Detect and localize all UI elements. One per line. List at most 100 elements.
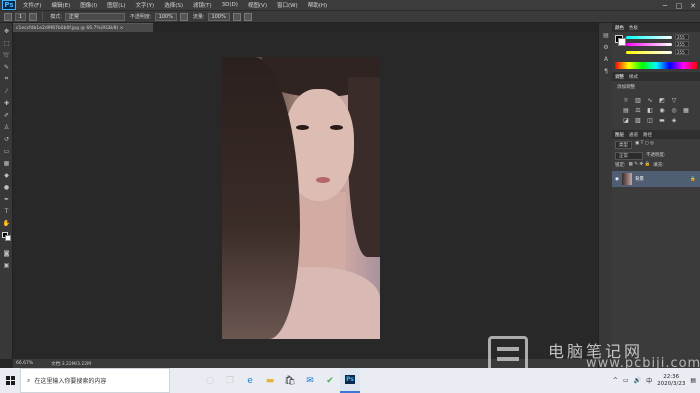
menu-file[interactable]: 文件(F) — [18, 1, 46, 9]
brush-tool-icon[interactable]: ✐ — [2, 111, 11, 119]
blue-track[interactable] — [626, 50, 672, 54]
black-white-icon[interactable]: ◧ — [646, 107, 654, 114]
history-panel-icon[interactable]: ▤ — [602, 31, 610, 39]
paragraph-panel-icon[interactable]: ¶ — [602, 67, 610, 75]
minimize-button[interactable]: ─ — [658, 0, 672, 11]
mode-select[interactable]: 正常 — [64, 12, 125, 21]
bg-color-chip[interactable] — [618, 38, 626, 46]
exposure-icon[interactable]: ◩ — [658, 97, 666, 104]
gradient-map-icon[interactable]: ▬ — [658, 117, 666, 124]
start-button[interactable] — [0, 368, 20, 393]
color-lookup-icon[interactable]: ▦ — [682, 107, 690, 114]
tab-paths[interactable]: 路径 — [643, 132, 652, 138]
taskbar-search-box[interactable]: ⌕ 在这里输入你要搜索的内容 — [20, 368, 170, 393]
folder-icon[interactable]: ▬ — [260, 368, 280, 393]
menu-edit[interactable]: 编辑(E) — [46, 1, 75, 9]
vibrance-icon[interactable]: ▽ — [670, 97, 678, 104]
type-tool-icon[interactable]: T — [2, 207, 11, 215]
menu-layer[interactable]: 图层(L) — [102, 1, 130, 9]
mail-icon[interactable]: ✉ — [300, 368, 320, 393]
brush-panel-icon[interactable] — [29, 12, 38, 21]
screen-mode-icon[interactable]: ▣ — [2, 261, 11, 269]
flow-input[interactable]: 100% — [207, 12, 230, 21]
quick-select-tool-icon[interactable]: ✎ — [2, 63, 11, 71]
move-tool-icon[interactable]: ✥ — [2, 27, 11, 35]
tab-swatches[interactable]: 色板 — [629, 25, 638, 31]
brush-preset-icon[interactable] — [4, 12, 12, 21]
airbrush-icon[interactable] — [232, 12, 241, 21]
maximize-button[interactable]: □ — [672, 0, 686, 11]
photoshop-icon[interactable]: Ps — [340, 368, 360, 393]
photo-filter-icon[interactable]: ◉ — [658, 107, 666, 114]
store-icon[interactable]: 🛍 — [280, 368, 300, 393]
opacity-input[interactable]: 100% — [154, 12, 177, 21]
speaker-icon[interactable]: 🔊 — [634, 377, 641, 384]
blue-value[interactable]: 255 — [675, 49, 689, 55]
canvas-area[interactable] — [13, 32, 598, 359]
color-spectrum[interactable] — [615, 62, 697, 69]
tab-color[interactable]: 颜色 — [615, 25, 624, 31]
zoom-level[interactable]: 66.67% — [16, 361, 33, 366]
ime-indicator[interactable]: 中 — [646, 376, 652, 385]
selective-color-icon[interactable]: ◈ — [670, 117, 678, 124]
menu-type[interactable]: 文字(Y) — [131, 1, 160, 9]
photoshop-logo-icon[interactable]: Ps — [2, 0, 16, 10]
blue-slider[interactable]: 255 — [612, 48, 700, 56]
posterize-icon[interactable]: ▨ — [634, 117, 642, 124]
menu-help[interactable]: 帮助(H) — [303, 1, 332, 9]
character-panel-icon[interactable]: A — [602, 55, 610, 63]
filter-icons[interactable]: ▣ T ◻ ◎ — [635, 141, 654, 149]
pen-tool-icon[interactable]: ✒ — [2, 195, 11, 203]
notification-icon[interactable]: ▤ — [690, 377, 696, 384]
app-icon[interactable]: ✔ — [320, 368, 340, 393]
menu-3d[interactable]: 3D(D) — [217, 2, 243, 8]
pressure-size-icon[interactable] — [243, 12, 252, 21]
levels-icon[interactable]: ▥ — [634, 97, 642, 104]
color-balance-icon[interactable]: ⚖ — [634, 107, 642, 114]
hue-saturation-icon[interactable]: ▤ — [622, 107, 630, 114]
clock[interactable]: 22:36 2020/3/23 — [657, 374, 685, 388]
properties-panel-icon[interactable]: ⚙ — [602, 43, 610, 51]
menu-filter[interactable]: 滤镜(T) — [188, 1, 217, 9]
eyedropper-tool-icon[interactable]: ⁄ — [2, 87, 11, 95]
red-track[interactable] — [626, 35, 672, 39]
menu-view[interactable]: 视图(V) — [243, 1, 272, 9]
tab-channels[interactable]: 通道 — [629, 132, 638, 138]
tab-adjustments[interactable]: 调整 — [615, 74, 624, 80]
dodge-tool-icon[interactable]: ● — [2, 183, 11, 191]
marquee-tool-icon[interactable]: ⬚ — [2, 39, 11, 47]
cortana-icon[interactable]: ○ — [200, 368, 220, 393]
menu-image[interactable]: 图像(I) — [75, 1, 102, 9]
red-value[interactable]: 255 — [675, 34, 689, 40]
channel-mixer-icon[interactable]: ◎ — [670, 107, 678, 114]
blur-tool-icon[interactable]: ◆ — [2, 171, 11, 179]
menu-window[interactable]: 窗口(W) — [272, 1, 303, 9]
eraser-tool-icon[interactable]: ▭ — [2, 147, 11, 155]
crop-tool-icon[interactable]: ⌗ — [2, 75, 11, 83]
tab-layers[interactable]: 图层 — [615, 132, 624, 138]
green-track[interactable] — [626, 42, 672, 46]
green-value[interactable]: 255 — [675, 41, 689, 47]
tray-chevron-icon[interactable]: ^ — [613, 377, 618, 384]
background-color-swatch[interactable] — [5, 235, 11, 241]
layer-kind-select[interactable]: 类型 — [615, 141, 632, 149]
layer-item-background[interactable]: ◉ 背景 🔒 — [612, 171, 700, 187]
task-view-icon[interactable]: ❐ — [220, 368, 240, 393]
threshold-icon[interactable]: ◫ — [646, 117, 654, 124]
pressure-opacity-icon[interactable] — [179, 12, 188, 21]
lock-icons[interactable]: ▦ ✎ ✥ 🔒 — [629, 162, 651, 168]
brightness-icon[interactable]: ☼ — [622, 97, 630, 104]
invert-icon[interactable]: ◪ — [622, 117, 630, 124]
close-button[interactable]: ✕ — [686, 0, 700, 11]
quick-mask-icon[interactable]: ◙ — [2, 249, 11, 257]
portrait-photo[interactable] — [222, 57, 380, 339]
curves-icon[interactable]: ∿ — [646, 97, 654, 104]
network-icon[interactable]: ▭ — [623, 377, 629, 384]
eye-icon[interactable]: ◉ — [615, 177, 619, 182]
brush-size-select[interactable]: 1 — [15, 12, 27, 21]
hand-tool-icon[interactable]: ✋ — [2, 219, 11, 227]
menu-select[interactable]: 选择(S) — [159, 1, 188, 9]
edge-icon[interactable]: e — [240, 368, 260, 393]
healing-tool-icon[interactable]: ✚ — [2, 99, 11, 107]
blend-mode-select[interactable]: 正常 — [615, 152, 643, 160]
